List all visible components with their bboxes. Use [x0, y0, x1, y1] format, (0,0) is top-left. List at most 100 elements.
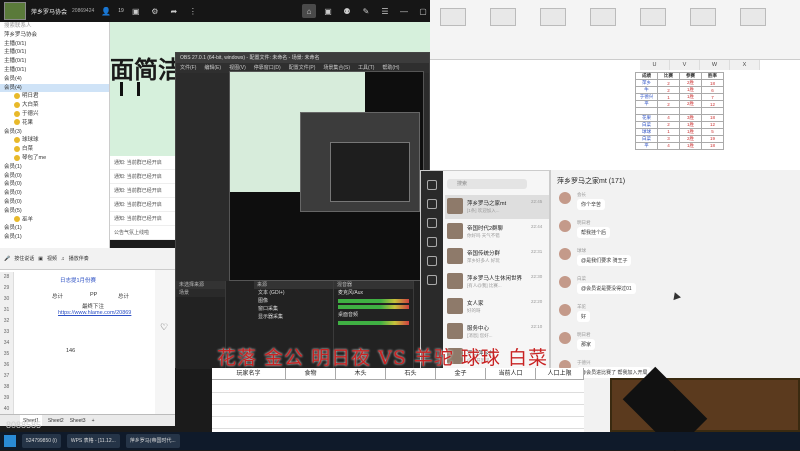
message-bubble[interactable]: 帮我挂个后: [577, 227, 611, 238]
chat-list-item[interactable]: 帝国时代2群聊 你好吗 天气不错 22:44: [445, 220, 549, 244]
column-header[interactable]: V: [670, 60, 700, 70]
tree-item[interactable]: 主播(0/1): [0, 66, 109, 75]
header-cell[interactable]: 比赛: [657, 72, 680, 80]
table-cell[interactable]: 白菜: [635, 120, 658, 129]
table-cell[interactable]: 于德兴: [635, 93, 658, 101]
avatar[interactable]: [559, 332, 571, 344]
tree-item[interactable]: 会员(1): [0, 224, 109, 233]
toolbar-tile[interactable]: [590, 8, 616, 26]
row-number[interactable]: 36: [0, 360, 14, 371]
group-avatar[interactable]: [4, 2, 26, 20]
avatar[interactable]: [559, 248, 571, 260]
tree-item[interactable]: 明日君: [0, 92, 109, 101]
heart-icon[interactable]: ♡: [160, 322, 168, 333]
tree-item[interactable]: 花果: [0, 119, 109, 128]
sheet-cell[interactable]: 最终下注: [82, 302, 104, 310]
home-icon[interactable]: ⌂: [302, 4, 316, 18]
settings-icon[interactable]: ⚙: [148, 4, 162, 18]
tree-item[interactable]: 会员(0): [0, 189, 109, 198]
row-number[interactable]: 34: [0, 338, 14, 349]
row-number[interactable]: 28: [0, 272, 14, 283]
game-minimap[interactable]: [610, 366, 800, 451]
chat-list-item[interactable]: 萍乡罗马人生休闲世界 [有人@我] 比赛... 22:30: [445, 270, 549, 294]
list-item[interactable]: 通知: 当前群已经开启: [110, 170, 176, 184]
row-number[interactable]: 29: [0, 283, 14, 294]
camera-icon[interactable]: ▣: [38, 256, 43, 262]
table-cell[interactable]: 18: [701, 141, 724, 150]
table-cell[interactable]: 2: [657, 100, 680, 108]
table-cell[interactable]: 6: [701, 86, 724, 94]
toolbar-tile[interactable]: [640, 8, 666, 26]
source-item[interactable]: 窗口采集: [254, 305, 333, 313]
tree-item[interactable]: 于德兴: [0, 110, 109, 119]
list-item[interactable]: 通知: 当前群已经开启: [110, 212, 176, 226]
mic-icon[interactable]: 🎤: [4, 256, 10, 262]
column-header[interactable]: X: [730, 60, 760, 70]
toolbar-item[interactable]: 按住说话: [14, 255, 34, 262]
volume-meter[interactable]: [338, 305, 409, 309]
music-icon[interactable]: ♫: [61, 256, 65, 262]
table-cell[interactable]: 12: [701, 120, 724, 129]
table-cell[interactable]: 2胜: [679, 79, 702, 87]
table-cell[interactable]: 7: [701, 93, 724, 101]
toolbar-tile[interactable]: [490, 8, 516, 26]
sheet-cell[interactable]: 总计: [52, 292, 63, 300]
table-cell[interactable]: 1: [657, 93, 680, 101]
tree-item[interactable]: 大白菜: [0, 101, 109, 110]
sheet-tab[interactable]: Sheet2: [48, 415, 64, 426]
table-cell[interactable]: 2: [657, 79, 680, 87]
volume-meter[interactable]: [338, 299, 409, 303]
table-cell[interactable]: 2: [657, 86, 680, 94]
source-item[interactable]: 文本 (GDI+): [254, 289, 333, 297]
obs-preview[interactable]: [229, 71, 424, 281]
folder-icon[interactable]: [427, 237, 437, 247]
table-cell[interactable]: 3胜: [679, 113, 702, 122]
row-number[interactable]: 30: [0, 294, 14, 305]
tree-item[interactable]: 巫羊: [0, 216, 109, 225]
table-cell[interactable]: 1: [657, 127, 680, 136]
table-cell[interactable]: 球球: [635, 127, 658, 136]
table-cell[interactable]: 5: [701, 127, 724, 136]
list-item[interactable]: 通知: 当前群已经开启: [110, 184, 176, 198]
column-header[interactable]: W: [700, 60, 730, 70]
table-cell[interactable]: 1胜: [679, 120, 702, 129]
table-cell[interactable]: 花果: [635, 113, 658, 122]
table-cell[interactable]: 19: [701, 134, 724, 143]
table-cell[interactable]: 4: [657, 113, 680, 122]
tree-item[interactable]: 萍乡罗马协会: [0, 31, 109, 40]
avatar[interactable]: [559, 220, 571, 232]
message-bubble[interactable]: 好: [577, 311, 591, 322]
chat-list-item[interactable]: 服务中心 [消息] 您好... 22:10: [445, 320, 549, 344]
avatar[interactable]: [559, 192, 571, 204]
tree-item[interactable]: 会员(4): [0, 83, 109, 93]
message-bubble[interactable]: 那家: [577, 339, 596, 350]
row-number[interactable]: 39: [0, 393, 14, 404]
message-bubble[interactable]: @会员进比赛了 帮我加入开局: [577, 367, 652, 378]
header-cell[interactable]: 参赛: [679, 72, 702, 80]
search-input[interactable]: 搜索: [447, 179, 527, 189]
table-cell[interactable]: 1胜: [679, 141, 702, 150]
tree-item[interactable]: 会员(1): [0, 163, 109, 172]
table-cell[interactable]: 12: [701, 100, 724, 108]
message-bubble[interactable]: 你个辛苦: [577, 199, 606, 210]
tree-item[interactable]: 主播(0/1): [0, 57, 109, 66]
table-cell[interactable]: 4: [657, 141, 680, 150]
app-icon[interactable]: ▣: [321, 4, 335, 18]
list-item[interactable]: 通知: 当前群已经开启: [110, 198, 176, 212]
tree-item[interactable]: 会员(3): [0, 128, 109, 137]
sheet-cell[interactable]: 日志提1月份赛: [60, 276, 96, 284]
more-icon[interactable]: ⋮: [186, 4, 200, 18]
chat-list-item[interactable]: 女人家 好的呀 22:20: [445, 295, 549, 319]
table-cell[interactable]: 萍乡: [635, 79, 658, 87]
toolbar-item[interactable]: 播放伴奏: [69, 255, 89, 262]
header-cell[interactable]: 胜率: [701, 72, 724, 80]
table-cell[interactable]: 2胜: [679, 134, 702, 143]
add-sheet-icon[interactable]: +: [92, 415, 95, 426]
tree-item[interactable]: 白菜: [0, 145, 109, 154]
windows-start-icon[interactable]: [4, 435, 16, 447]
tree-item[interactable]: 琴包了me: [0, 154, 109, 163]
sheet-cell[interactable]: PP: [90, 292, 97, 298]
toolbar-tile[interactable]: [540, 8, 566, 26]
toolbar-tile[interactable]: [690, 8, 716, 26]
mail-icon[interactable]: [427, 256, 437, 266]
